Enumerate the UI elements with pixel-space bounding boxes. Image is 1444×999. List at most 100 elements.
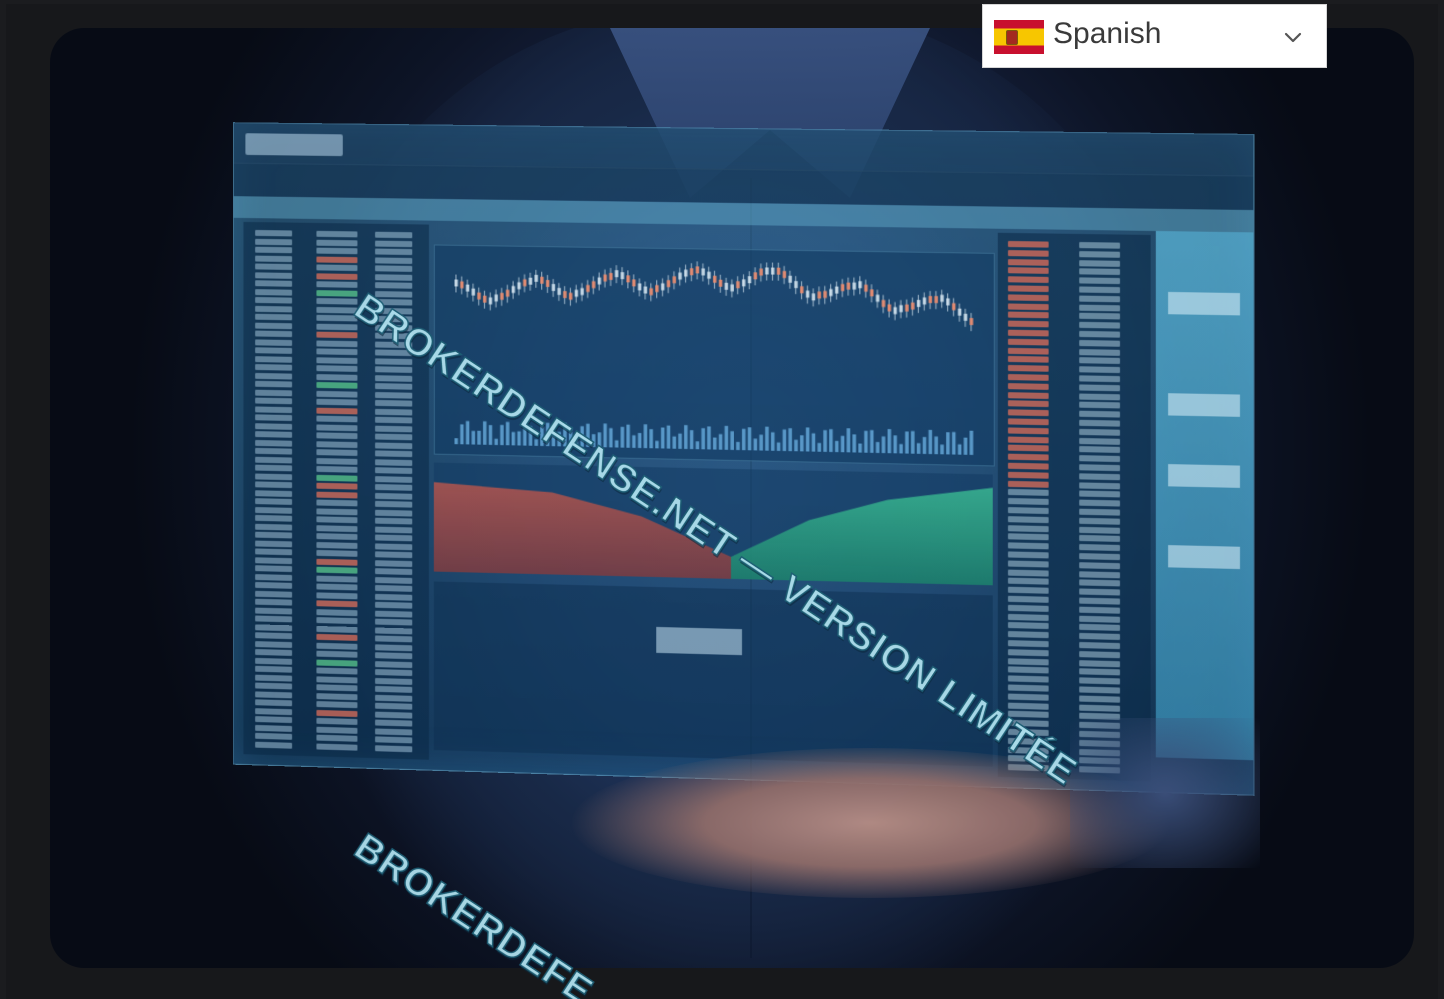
- book-row: [1079, 446, 1120, 453]
- tape-row: [316, 407, 357, 414]
- candle-body: [759, 269, 763, 276]
- book-row: [1079, 580, 1120, 587]
- tape-row: [316, 542, 357, 549]
- tape-row: [255, 255, 292, 261]
- book-row: [1079, 286, 1120, 293]
- book-row: [1008, 534, 1049, 541]
- candle-body: [958, 309, 962, 316]
- tape-row: [255, 322, 292, 329]
- tape-row: [375, 610, 412, 617]
- tape-row: [375, 593, 412, 600]
- book-row: [1079, 695, 1120, 702]
- volume-bar: [638, 433, 641, 448]
- book-row: [1008, 684, 1049, 691]
- book-row: [1008, 551, 1049, 558]
- candle-body: [970, 318, 974, 325]
- candle-body: [603, 274, 606, 281]
- book-row: [1008, 543, 1049, 550]
- book-row: [1008, 347, 1049, 354]
- volume-bar: [899, 444, 903, 453]
- candle-body: [626, 275, 629, 282]
- tape-row: [255, 498, 292, 505]
- candle-body: [621, 272, 624, 279]
- book-row: [1079, 375, 1120, 382]
- candle-body: [882, 300, 886, 307]
- language-selector[interactable]: Spanish: [982, 4, 1327, 68]
- volume-bar: [858, 444, 862, 453]
- tape-row: [375, 282, 412, 289]
- tape-row: [255, 741, 292, 748]
- candle-body: [893, 307, 897, 314]
- tape-row: [255, 683, 292, 690]
- book-row: [1008, 569, 1049, 576]
- volume-bar: [893, 435, 897, 453]
- book-row: [1008, 383, 1049, 390]
- book-row: [1079, 251, 1120, 258]
- candle-body: [529, 278, 532, 285]
- tape-row: [316, 709, 357, 716]
- tape-row: [375, 736, 412, 743]
- book-row: [1008, 303, 1049, 310]
- book-row: [1008, 622, 1049, 629]
- tape-row: [375, 585, 412, 592]
- flag-crest: [1006, 30, 1018, 45]
- volume-bar: [771, 432, 775, 451]
- candle-body: [638, 283, 641, 290]
- candle-body: [517, 282, 520, 289]
- tape-row: [375, 551, 412, 558]
- volume-bar: [649, 429, 652, 448]
- tape-row: [316, 550, 357, 557]
- book-row: [1008, 276, 1049, 283]
- candle-body: [725, 283, 728, 290]
- book-row: [1079, 518, 1120, 525]
- tape-row: [316, 239, 357, 246]
- volume-bar: [882, 436, 886, 453]
- tape-row: [375, 408, 412, 415]
- book-row: [1079, 535, 1120, 542]
- volume-bar: [615, 440, 618, 447]
- tape-row: [316, 651, 357, 658]
- tape-row: [255, 448, 292, 455]
- candle-body: [494, 294, 497, 301]
- book-row: [1008, 649, 1049, 656]
- candle-body: [730, 284, 733, 291]
- book-row: [1079, 429, 1120, 436]
- tape-row: [255, 331, 292, 338]
- language-selected-label: Spanish: [1053, 17, 1161, 51]
- volume-bar: [644, 424, 647, 448]
- tape-row: [255, 339, 292, 346]
- tape-row: [375, 392, 412, 399]
- volume-bar: [701, 428, 704, 449]
- tape-row: [255, 540, 292, 547]
- tape-row: [255, 582, 292, 589]
- tape-row: [255, 238, 292, 244]
- candle-body: [523, 279, 526, 286]
- volume-bar: [765, 427, 769, 451]
- candle-body: [546, 280, 549, 287]
- book-row: [1008, 401, 1049, 408]
- tape-row: [375, 745, 412, 752]
- tape-row: [375, 677, 412, 684]
- candle-body: [483, 296, 486, 303]
- book-row: [1079, 322, 1120, 329]
- trade-history-column: [243, 222, 428, 760]
- book-row: [1079, 571, 1120, 578]
- tape-row: [316, 634, 357, 641]
- candle-body: [489, 297, 492, 304]
- tape-row: [316, 466, 357, 473]
- tape-row: [255, 657, 292, 664]
- tape-row: [316, 701, 357, 708]
- tape-row: [316, 357, 357, 364]
- candle-body: [748, 276, 752, 283]
- tape-row: [375, 694, 412, 701]
- book-row: [1079, 686, 1120, 693]
- tape-row: [316, 416, 357, 423]
- candle-body: [454, 279, 457, 286]
- candle-body: [940, 295, 944, 302]
- book-row: [1079, 331, 1120, 338]
- volume-bar: [847, 428, 851, 452]
- book-row: [1008, 560, 1049, 567]
- volume-bar: [964, 438, 968, 455]
- tape-row: [316, 399, 357, 406]
- tape-row: [255, 423, 292, 430]
